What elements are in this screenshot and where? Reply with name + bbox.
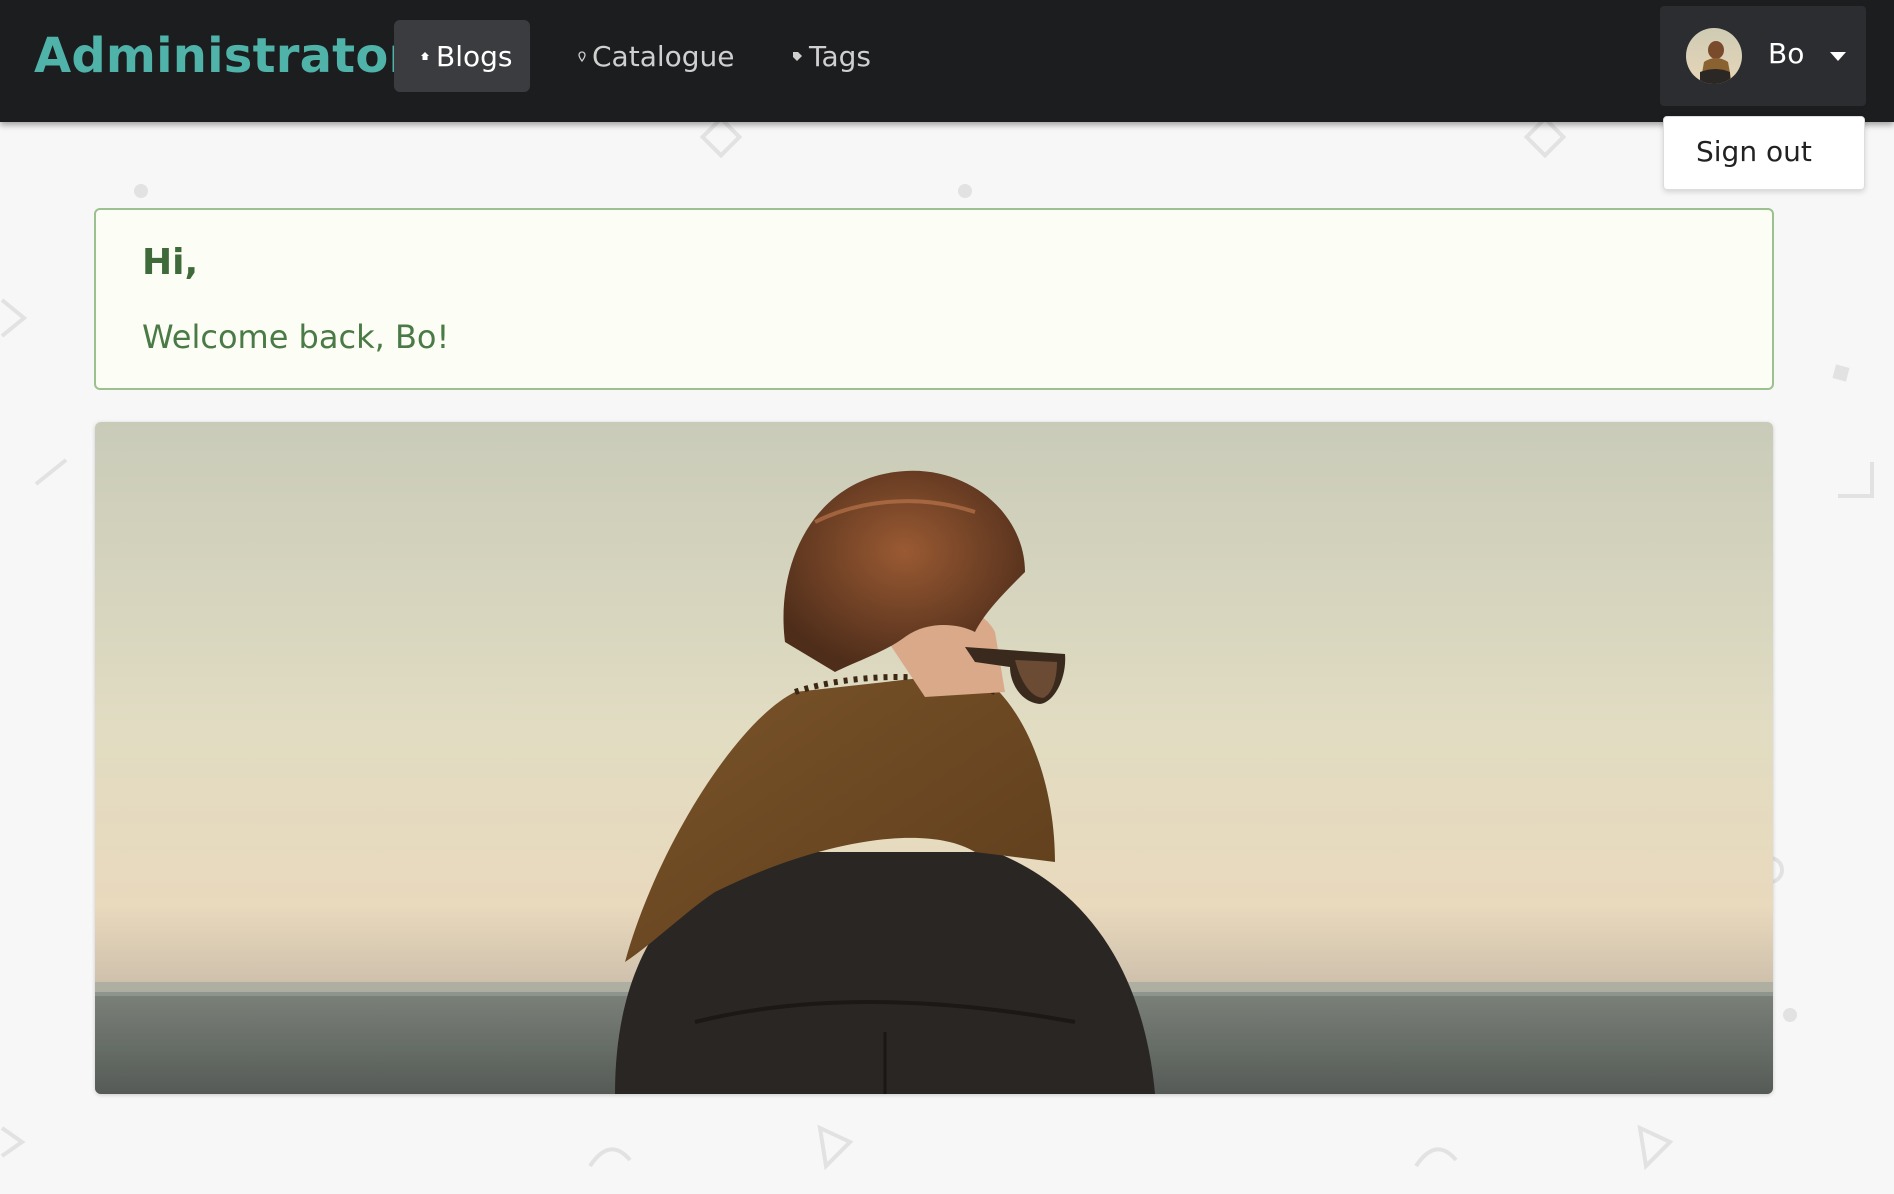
pin-icon: [578, 50, 586, 62]
user-menu-toggle[interactable]: Bo: [1660, 6, 1866, 106]
nav-blogs[interactable]: Blogs: [394, 20, 530, 92]
chevron-down-icon: [1830, 51, 1847, 61]
top-navbar: Administrator Blogs Catalogue Tags Bo: [0, 0, 1894, 122]
nav-catalogue[interactable]: Catalogue: [552, 20, 761, 92]
nav-tags-label: Tags: [809, 39, 871, 73]
hero-image: [95, 422, 1773, 1094]
nav-blogs-label: Blogs: [436, 39, 513, 73]
user-dropdown-menu: Sign out: [1663, 116, 1865, 190]
nav-tags[interactable]: Tags: [766, 20, 897, 92]
brand-logo[interactable]: Administrator: [34, 26, 412, 86]
sign-out-menu-item[interactable]: Sign out: [1696, 135, 1812, 168]
welcome-card: Hi, Welcome back, Bo!: [94, 208, 1774, 390]
welcome-message: Welcome back, Bo!: [142, 318, 450, 356]
tag-icon: [792, 51, 803, 62]
avatar: [1686, 28, 1742, 84]
user-name: Bo: [1768, 36, 1805, 70]
nav-catalogue-label: Catalogue: [592, 39, 735, 73]
welcome-title: Hi,: [142, 242, 199, 283]
home-icon: [420, 51, 430, 61]
